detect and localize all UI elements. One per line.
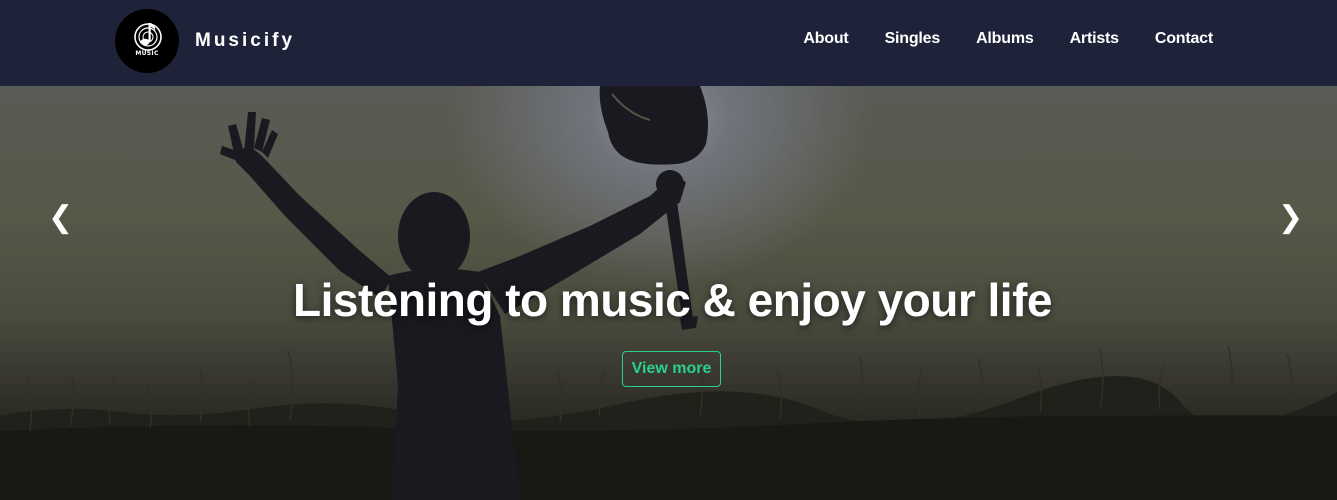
nav-link-about[interactable]: About: [803, 30, 848, 48]
brand-link[interactable]: MUSIC Musicify: [115, 9, 295, 73]
music-note-icon: [134, 23, 162, 51]
nav-link-artists[interactable]: Artists: [1070, 30, 1119, 48]
brand-name: Musicify: [195, 30, 296, 51]
nav-link-contact[interactable]: Contact: [1155, 30, 1213, 48]
hero-headline: Listening to music & enjoy your life: [293, 274, 1053, 326]
nav-link-albums[interactable]: Albums: [976, 30, 1034, 48]
hero-carousel: ❮ ❯ Listening to music & enjoy your life…: [0, 86, 1337, 500]
view-more-button[interactable]: View more: [622, 351, 721, 387]
nav-link-singles[interactable]: Singles: [885, 30, 941, 48]
brand-logo: MUSIC: [115, 9, 179, 73]
logo-text: MUSIC: [135, 50, 159, 57]
navbar: MUSIC Musicify About Singles Albums Arti…: [0, 0, 1337, 86]
carousel-prev-icon[interactable]: ❮: [48, 203, 73, 233]
carousel-next-icon[interactable]: ❯: [1278, 203, 1303, 233]
main-nav: About Singles Albums Artists Contact: [803, 30, 1213, 48]
